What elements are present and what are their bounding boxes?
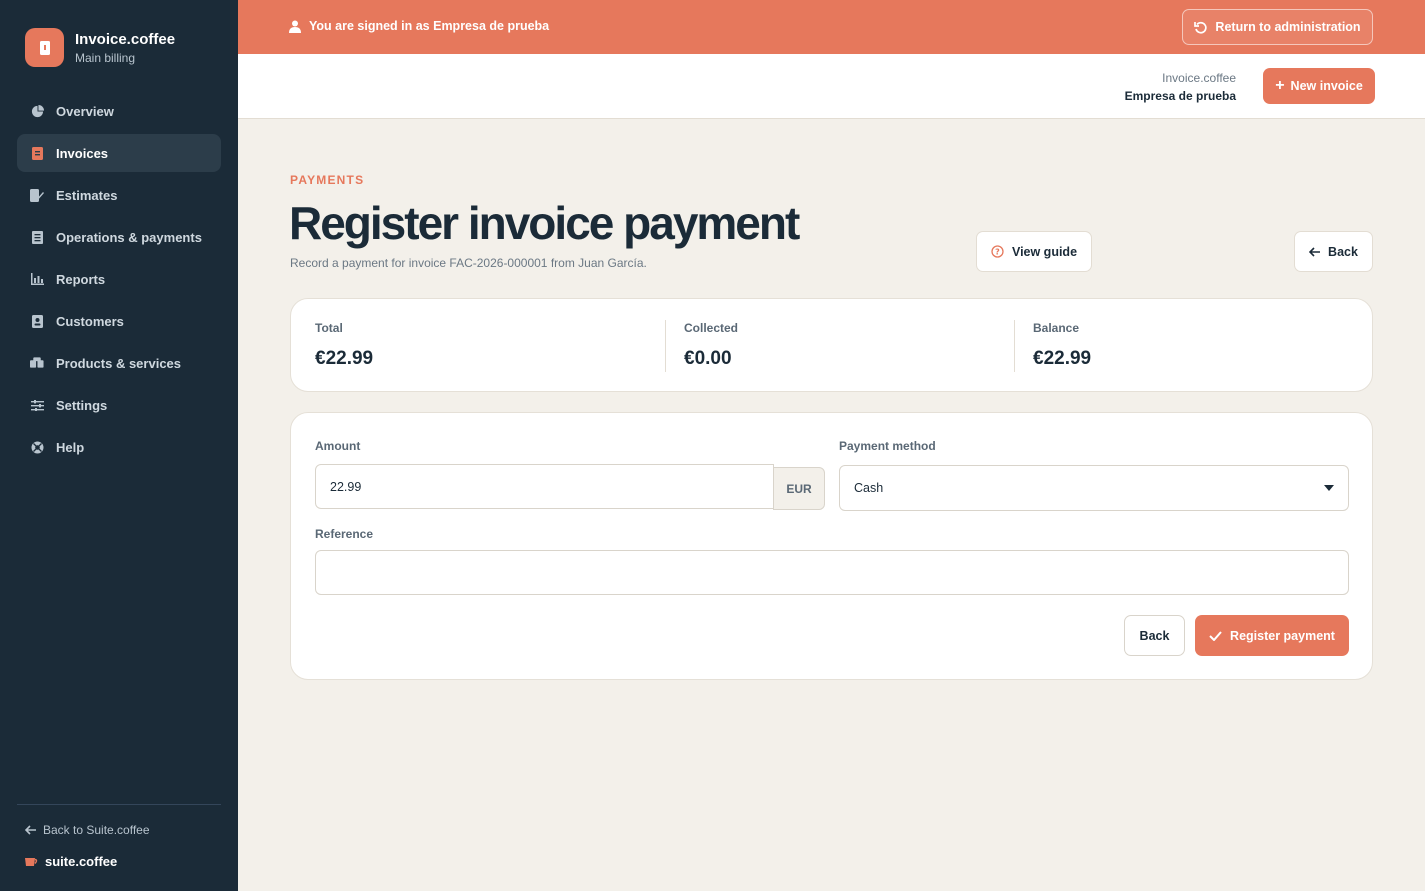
stat-collected-label: Collected	[684, 321, 739, 335]
suite-logo: suite.coffee	[25, 854, 117, 869]
stat-total-label: Total	[315, 321, 343, 335]
sidebar-item-label: Estimates	[56, 187, 118, 203]
reference-label: Reference	[315, 527, 374, 541]
view-guide-button[interactable]: ? View guide	[976, 231, 1092, 272]
arrow-left-icon	[1309, 246, 1321, 257]
sidebar-item-label: Products & services	[56, 355, 182, 371]
back-button-label: Back	[1139, 628, 1170, 643]
stat-total: Total €22.99	[315, 321, 373, 370]
page-eyebrow: PAYMENTS	[290, 173, 365, 187]
currency-addon: EUR	[773, 467, 825, 510]
sidebar-item-label: Reports	[56, 271, 106, 287]
stat-balance: Balance €22.99	[1033, 321, 1091, 370]
chevron-down-icon	[1324, 485, 1334, 491]
sidebar-item-reports[interactable]: Reports	[17, 260, 221, 298]
stat-collected-value: €0.00	[684, 348, 732, 369]
sidebar-item-customers[interactable]: Customers	[17, 302, 221, 340]
payment-form-card: Amount 22.99 EUR Payment method Cash Ref…	[290, 412, 1373, 680]
org-app-name: Invoice.coffee	[1162, 71, 1236, 85]
bar-chart-icon	[30, 272, 44, 286]
undo-icon	[1194, 21, 1208, 34]
org-company-name: Empresa de prueba	[1124, 89, 1236, 103]
pie-chart-icon	[30, 104, 44, 118]
sliders-icon	[30, 398, 44, 412]
arrow-left-icon	[25, 825, 36, 835]
return-label: Return to administration	[1215, 20, 1361, 34]
sidebar-item-label: Operations & payments	[56, 229, 202, 245]
brand-subtitle: Main billing	[75, 50, 136, 65]
payment-method-label: Payment method	[839, 439, 936, 453]
stat-divider	[665, 320, 666, 372]
sidebar-item-invoices[interactable]: Invoices	[17, 134, 221, 172]
stat-divider	[1014, 320, 1015, 372]
stat-balance-label: Balance	[1033, 321, 1080, 335]
sidebar-item-settings[interactable]: Settings	[17, 386, 221, 424]
document-icon	[25, 28, 64, 67]
sidebar-nav: Overview Invoices Estimates Operations &…	[17, 92, 221, 470]
impersonation-banner: You are signed in as Empresa de prueba R…	[238, 0, 1425, 54]
coffee-cup-icon	[25, 858, 38, 866]
boxes-icon	[30, 356, 44, 370]
sidebar-item-label: Help	[56, 439, 85, 455]
brand[interactable]: Invoice.coffee Main billing	[25, 28, 175, 67]
payment-method-value: Cash	[854, 481, 884, 495]
stat-balance-value: €22.99	[1033, 348, 1092, 369]
question-circle-icon: ?	[991, 245, 1004, 258]
payment-summary-card: Total €22.99 Collected €0.00 Balance €22…	[290, 298, 1373, 392]
user-secret-icon	[289, 20, 301, 33]
amount-label: Amount	[315, 439, 361, 453]
register-payment-button[interactable]: Register payment	[1195, 615, 1349, 656]
sidebar-item-label: Invoices	[56, 145, 109, 161]
return-to-administration-button[interactable]: Return to administration	[1182, 9, 1373, 45]
sidebar-item-overview[interactable]: Overview	[17, 92, 221, 130]
estimate-icon	[30, 188, 44, 202]
stat-collected: Collected €0.00	[684, 321, 738, 370]
view-guide-label: View guide	[1011, 244, 1078, 259]
organization-info: Invoice.coffee Empresa de prueba	[1125, 69, 1236, 105]
reference-input[interactable]	[315, 550, 1349, 595]
sidebar: Invoice.coffee Main billing Overview Inv…	[0, 0, 238, 891]
stat-total-value: €22.99	[315, 348, 374, 369]
new-invoice-button[interactable]: + New invoice	[1263, 68, 1375, 104]
new-invoice-label: New invoice	[1290, 79, 1363, 93]
sidebar-item-label: Customers	[56, 313, 124, 329]
sidebar-item-label: Overview	[56, 103, 114, 119]
check-icon	[1209, 630, 1222, 641]
sidebar-divider	[17, 804, 221, 805]
back-button[interactable]: Back	[1124, 615, 1185, 656]
back-to-suite-label: Back to Suite.coffee	[43, 823, 150, 837]
back-button-top[interactable]: Back	[1294, 231, 1373, 272]
sidebar-item-estimates[interactable]: Estimates	[17, 176, 221, 214]
brand-name: Invoice.coffee	[75, 30, 176, 48]
svg-text:?: ?	[995, 247, 1000, 256]
page-subtitle: Record a payment for invoice FAC-2026-00…	[290, 256, 647, 270]
page-title: Register invoice payment	[289, 197, 800, 249]
sidebar-item-help[interactable]: Help	[17, 428, 221, 466]
sidebar-item-products-services[interactable]: Products & services	[17, 344, 221, 382]
sidebar-item-operations-payments[interactable]: Operations & payments	[17, 218, 221, 256]
contact-card-icon	[30, 314, 44, 328]
top-bar: Invoice.coffee Empresa de prueba + New i…	[238, 54, 1425, 119]
banner-text: You are signed in as Empresa de prueba	[309, 19, 550, 33]
suite-logo-text: suite.coffee	[45, 854, 118, 869]
lifebuoy-icon	[30, 440, 44, 454]
invoice-icon	[30, 146, 44, 160]
plus-icon: +	[1275, 77, 1285, 94]
amount-input[interactable]: 22.99	[315, 464, 774, 509]
sidebar-item-label: Settings	[56, 397, 108, 413]
payment-method-select[interactable]: Cash	[839, 465, 1349, 511]
receipt-icon	[30, 230, 44, 244]
back-label: Back	[1328, 244, 1358, 259]
back-to-suite-link[interactable]: Back to Suite.coffee	[25, 823, 150, 837]
register-payment-label: Register payment	[1230, 628, 1335, 643]
